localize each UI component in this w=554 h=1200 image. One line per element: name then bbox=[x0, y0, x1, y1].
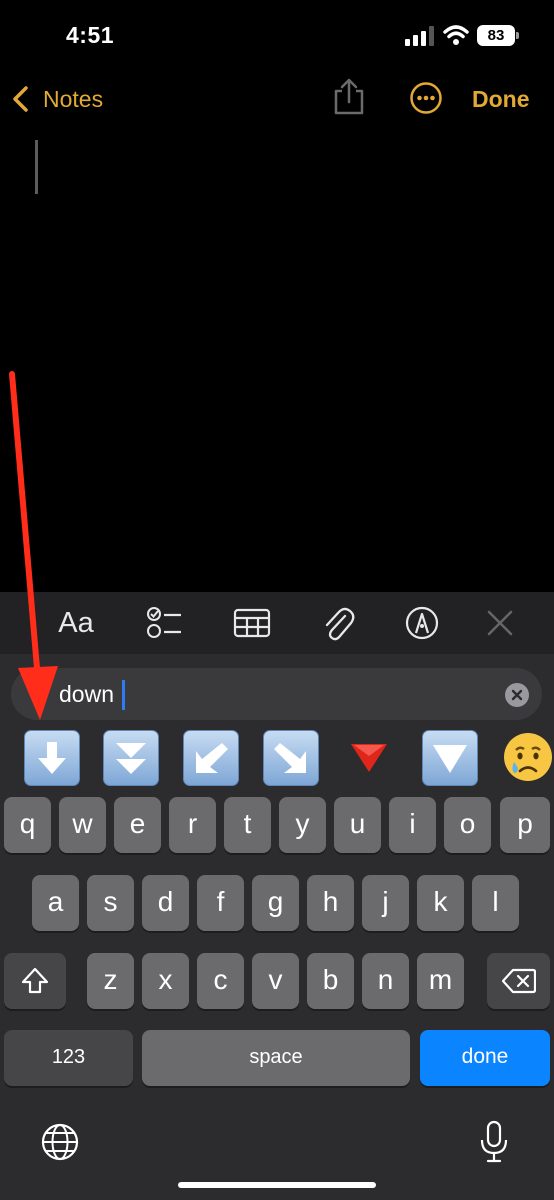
down-right-arrow-emoji[interactable] bbox=[263, 730, 319, 786]
key-u[interactable]: u bbox=[334, 797, 381, 853]
key-o[interactable]: o bbox=[444, 797, 491, 853]
key-i[interactable]: i bbox=[389, 797, 436, 853]
delete-key[interactable] bbox=[487, 953, 550, 1009]
microphone-icon[interactable] bbox=[479, 1120, 509, 1164]
attachment-button[interactable] bbox=[313, 600, 363, 646]
key-r[interactable]: r bbox=[169, 797, 216, 853]
key-g[interactable]: g bbox=[252, 875, 299, 931]
wifi-icon bbox=[443, 25, 469, 45]
status-time: 4:51 bbox=[66, 22, 115, 48]
key-v[interactable]: v bbox=[252, 953, 299, 1009]
fast-down-button-emoji[interactable] bbox=[103, 730, 159, 786]
double-down-arrow-icon bbox=[116, 743, 146, 774]
key-c[interactable]: c bbox=[197, 953, 244, 1009]
key-w[interactable]: w bbox=[59, 797, 106, 853]
table-button[interactable] bbox=[227, 600, 277, 646]
down-arrow-emoji[interactable] bbox=[24, 730, 80, 786]
key-q[interactable]: q bbox=[4, 797, 51, 853]
keyboard-done-key[interactable]: done bbox=[420, 1030, 550, 1086]
shift-key[interactable] bbox=[4, 953, 66, 1009]
annotation-arrow-icon bbox=[9, 371, 58, 720]
down-left-arrow-icon bbox=[196, 743, 228, 773]
backspace-icon bbox=[501, 968, 536, 994]
down-left-arrow-emoji[interactable] bbox=[183, 730, 239, 786]
key-n[interactable]: n bbox=[362, 953, 409, 1009]
key-z[interactable]: z bbox=[87, 953, 134, 1009]
close-toolbar-button[interactable] bbox=[475, 600, 525, 646]
markup-button[interactable] bbox=[397, 600, 447, 646]
share-icon[interactable] bbox=[332, 78, 366, 116]
shift-arrow-icon bbox=[21, 967, 49, 994]
globe-icon[interactable] bbox=[40, 1122, 80, 1162]
done-button[interactable]: Done bbox=[472, 86, 530, 113]
downwards-triangle-icon bbox=[433, 745, 467, 773]
search-caret bbox=[122, 680, 125, 710]
key-x[interactable]: x bbox=[142, 953, 189, 1009]
red-triangle-down-emoji[interactable] bbox=[342, 730, 396, 784]
key-f[interactable]: f bbox=[197, 875, 244, 931]
home-indicator bbox=[178, 1182, 376, 1188]
key-l[interactable]: l bbox=[472, 875, 519, 931]
checklist-icon bbox=[147, 607, 181, 638]
table-icon bbox=[233, 608, 271, 638]
key-a[interactable]: a bbox=[32, 875, 79, 931]
paperclip-icon bbox=[325, 607, 355, 641]
key-t[interactable]: t bbox=[224, 797, 271, 853]
more-options-icon[interactable] bbox=[409, 81, 443, 115]
down-right-arrow-icon bbox=[274, 743, 306, 773]
key-j[interactable]: j bbox=[362, 875, 409, 931]
key-b[interactable]: b bbox=[307, 953, 354, 1009]
clear-x-icon bbox=[511, 689, 523, 701]
text-cursor[interactable] bbox=[35, 140, 38, 194]
close-icon bbox=[487, 610, 513, 636]
back-to-notes-link[interactable]: Notes bbox=[43, 86, 103, 113]
red-triangle-down-icon bbox=[351, 744, 387, 772]
checklist-button[interactable] bbox=[139, 600, 189, 646]
key-m[interactable]: m bbox=[417, 953, 464, 1009]
numbers-key[interactable]: 123 bbox=[4, 1030, 133, 1086]
crying-face-emoji[interactable] bbox=[501, 730, 554, 784]
battery-indicator: 83 bbox=[477, 25, 519, 46]
space-key[interactable]: space bbox=[142, 1030, 410, 1086]
emoji-search-query: down bbox=[59, 681, 114, 707]
key-s[interactable]: s bbox=[87, 875, 134, 931]
crying-face-icon bbox=[504, 733, 552, 781]
markup-pen-icon bbox=[405, 606, 439, 640]
chevron-left-icon[interactable] bbox=[10, 84, 32, 114]
key-h[interactable]: h bbox=[307, 875, 354, 931]
downwards-button-emoji[interactable] bbox=[422, 730, 478, 786]
down-arrow-icon bbox=[38, 742, 66, 774]
format-toolbar: Aa bbox=[0, 592, 554, 654]
key-k[interactable]: k bbox=[417, 875, 464, 931]
clear-search-button[interactable] bbox=[505, 683, 529, 707]
cellular-signal-icon bbox=[405, 26, 434, 46]
key-y[interactable]: y bbox=[279, 797, 326, 853]
key-p[interactable]: p bbox=[500, 797, 550, 853]
key-d[interactable]: d bbox=[142, 875, 189, 931]
key-e[interactable]: e bbox=[114, 797, 161, 853]
